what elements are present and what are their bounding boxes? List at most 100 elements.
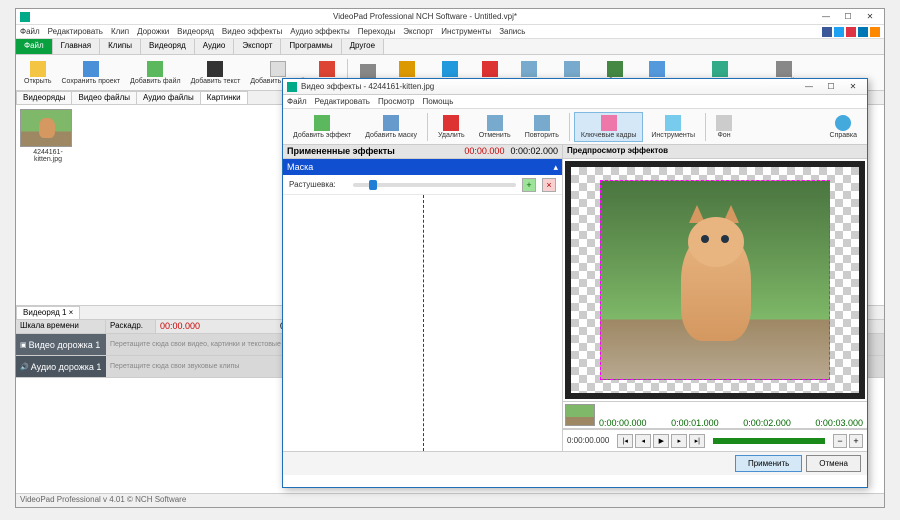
audio-track-header[interactable]: 🔊 Аудио дорожка 1 bbox=[16, 356, 106, 377]
menu-record[interactable]: Запись bbox=[499, 27, 525, 36]
fx-window-controls: — ☐ ✕ bbox=[799, 81, 863, 93]
fx-preview-viewport[interactable] bbox=[565, 161, 865, 399]
window-title: VideoPad Professional NCH Software - Unt… bbox=[34, 12, 816, 21]
tool-icon bbox=[665, 115, 681, 131]
timeline-tab-1[interactable]: Видеоряд 1 × bbox=[16, 306, 80, 319]
media-tab-seq[interactable]: Видеоряды bbox=[16, 91, 72, 104]
ribbon-tab-sequence[interactable]: Видеоряд bbox=[141, 39, 195, 54]
tool-Добавить файл[interactable]: Добавить файл bbox=[126, 59, 185, 87]
fx-applied-header: Примененные эффекты 00:00.000 0:00:02.00… bbox=[283, 145, 562, 159]
social-icons bbox=[822, 27, 880, 37]
tl-mode-storyboard[interactable]: Раскадр. bbox=[106, 320, 156, 333]
fx-param-feather: Растушевка: + × bbox=[283, 175, 562, 195]
fx-menu-file[interactable]: Файл bbox=[287, 97, 307, 106]
goto-end-button[interactable]: ▸| bbox=[689, 434, 705, 448]
menu-audiofx[interactable]: Аудио эффекты bbox=[290, 27, 350, 36]
menu-sequence[interactable]: Видеоряд bbox=[177, 27, 214, 36]
fx-tool-Добавить эффект[interactable]: Добавить эффект bbox=[287, 113, 357, 141]
fx-menu-help[interactable]: Помощь bbox=[422, 97, 453, 106]
menu-file[interactable]: Файл bbox=[20, 27, 40, 36]
linkedin-icon[interactable] bbox=[858, 27, 868, 37]
fx-tool-Удалить[interactable]: Удалить bbox=[432, 113, 471, 141]
ribbon-tab-home[interactable]: Главная bbox=[53, 39, 100, 54]
cfg-icon bbox=[776, 61, 792, 77]
fx-toolbar: Добавить эффектДобавить маску УдалитьОтме… bbox=[283, 109, 867, 145]
help-icon bbox=[835, 115, 851, 131]
fx-tool-Инструменты[interactable]: Инструменты bbox=[645, 113, 701, 141]
fx-time-b: 0:00:02.000 bbox=[510, 146, 558, 157]
fx-keyframe-area[interactable] bbox=[283, 195, 562, 451]
maximize-button[interactable]: ☐ bbox=[838, 11, 858, 23]
ribbon-tab-audio[interactable]: Аудио bbox=[195, 39, 235, 54]
trans-icon bbox=[442, 61, 458, 77]
preview-image bbox=[600, 180, 830, 380]
zoom-in-button[interactable]: + bbox=[849, 434, 863, 448]
facebook-icon[interactable] bbox=[822, 27, 832, 37]
add-keyframe-button[interactable]: + bbox=[522, 178, 536, 192]
fx-close-button[interactable]: ✕ bbox=[843, 81, 863, 93]
menu-transitions[interactable]: Переходы bbox=[358, 27, 396, 36]
slider-thumb[interactable] bbox=[369, 180, 377, 190]
filmstrip-thumb bbox=[565, 404, 595, 426]
fx-minimize-button[interactable]: — bbox=[799, 81, 819, 93]
fx-preview-header: Предпросмотр эффектов bbox=[563, 145, 867, 159]
redo-icon bbox=[564, 61, 580, 77]
goto-start-button[interactable]: |◂ bbox=[617, 434, 633, 448]
media-tab-audio[interactable]: Аудио файлы bbox=[136, 91, 201, 104]
fx-menu-edit[interactable]: Редактировать bbox=[315, 97, 370, 106]
menu-export[interactable]: Экспорт bbox=[403, 27, 433, 36]
del-icon bbox=[482, 61, 498, 77]
fx-menu-view[interactable]: Просмотр bbox=[378, 97, 415, 106]
fx-filmstrip[interactable]: 0:00:00.000 0:00:01.000 0:00:02.000 0:00… bbox=[563, 401, 867, 429]
video-track-header[interactable]: ▣ Видео дорожка 1 bbox=[16, 334, 106, 355]
twitter-icon[interactable] bbox=[834, 27, 844, 37]
playback-progress[interactable] bbox=[713, 438, 825, 444]
add-icon bbox=[147, 61, 163, 77]
fx-footer: Применить Отмена bbox=[283, 451, 867, 475]
rss-icon[interactable] bbox=[870, 27, 880, 37]
ribbon-tab-export[interactable]: Экспорт bbox=[234, 39, 281, 54]
tool-Открыть[interactable]: Открыть bbox=[20, 59, 56, 87]
fx-tool-Фон[interactable]: Фон bbox=[710, 113, 738, 141]
cancel-button[interactable]: Отмена bbox=[806, 455, 861, 472]
add-icon bbox=[314, 115, 330, 131]
menu-edit[interactable]: Редактировать bbox=[48, 27, 103, 36]
gplus-icon[interactable] bbox=[846, 27, 856, 37]
ribbon-tab-other[interactable]: Другое bbox=[342, 39, 384, 54]
feather-slider[interactable] bbox=[353, 183, 516, 187]
step-back-button[interactable]: ◂ bbox=[635, 434, 651, 448]
tool-Сохранить проект[interactable]: Сохранить проект bbox=[58, 59, 125, 87]
media-tab-images[interactable]: Картинки bbox=[200, 91, 248, 104]
tl-mode-timeline[interactable]: Шкала времени bbox=[16, 320, 106, 333]
minimize-button[interactable]: — bbox=[816, 11, 836, 23]
play-button[interactable]: ▶ bbox=[653, 434, 669, 448]
tool-Добавить текст[interactable]: Добавить текст bbox=[187, 59, 245, 87]
fx-effect-mask[interactable]: Маска ▴ bbox=[283, 159, 562, 175]
fx-maximize-button[interactable]: ☐ bbox=[821, 81, 841, 93]
apply-button[interactable]: Применить bbox=[735, 455, 802, 472]
ribbon-tab-clips[interactable]: Клипы bbox=[100, 39, 141, 54]
undo-icon bbox=[521, 61, 537, 77]
fx-tool-Справка[interactable]: Справка bbox=[824, 113, 863, 141]
fx-tool-Ключевые кадры[interactable]: Ключевые кадры bbox=[574, 112, 644, 142]
ribbon-tab-programs[interactable]: Программы bbox=[281, 39, 341, 54]
zoom-out-button[interactable]: − bbox=[833, 434, 847, 448]
ribbon-tab-file[interactable]: Файл bbox=[16, 39, 53, 54]
app-icon bbox=[20, 12, 30, 22]
media-panel: 4244161-kitten.jpg bbox=[16, 105, 296, 305]
key-icon bbox=[601, 115, 617, 131]
timeline-ruler: 00:00.000 0:01 bbox=[156, 320, 302, 333]
menu-tracks[interactable]: Дорожки bbox=[137, 27, 169, 36]
menu-videofx[interactable]: Видео эффекты bbox=[222, 27, 282, 36]
close-button[interactable]: ✕ bbox=[860, 11, 880, 23]
fx-tool-Отменить[interactable]: Отменить bbox=[473, 113, 517, 141]
remove-keyframe-button[interactable]: × bbox=[542, 178, 556, 192]
fx-tool-Повторить[interactable]: Повторить bbox=[519, 113, 565, 141]
step-fwd-button[interactable]: ▸ bbox=[671, 434, 687, 448]
menu-tools[interactable]: Инструменты bbox=[441, 27, 491, 36]
fx-tool-Добавить маску[interactable]: Добавить маску bbox=[359, 113, 423, 141]
media-tab-video[interactable]: Видео файлы bbox=[71, 91, 137, 104]
menu-clip[interactable]: Клип bbox=[111, 27, 129, 36]
fx-app-icon bbox=[287, 82, 297, 92]
media-thumb[interactable]: 4244161-kitten.jpg bbox=[20, 109, 76, 163]
